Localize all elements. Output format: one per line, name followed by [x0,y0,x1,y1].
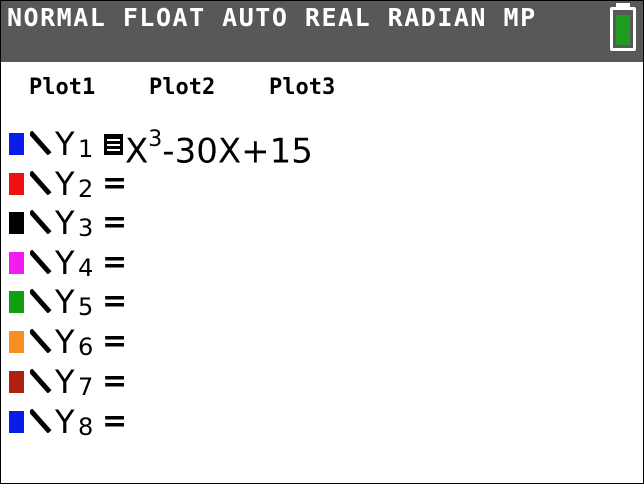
function-name: Y [55,165,75,203]
line-style-icon[interactable] [30,329,52,353]
color-swatch-y1[interactable] [9,133,24,155]
equation-row-y6[interactable]: Y 6 = [1,323,641,361]
status-bar: NORMAL FLOAT AUTO REAL RADIAN MP [1,1,643,62]
plot3-toggle[interactable]: Plot3 [269,75,335,100]
equals-sign[interactable]: = [102,244,127,282]
color-swatch-y3[interactable] [9,212,24,234]
color-swatch-y4[interactable] [9,252,24,274]
calculator-screen: NORMAL FLOAT AUTO REAL RADIAN MP Plot1 P… [0,0,644,484]
plot2-toggle[interactable]: Plot2 [149,75,215,100]
function-name: Y [55,244,75,282]
color-swatch-y5[interactable] [9,291,24,313]
line-style-icon[interactable] [30,250,52,274]
equals-sign[interactable]: = [102,204,127,242]
function-name: Y [55,363,75,401]
function-name: Y [55,403,75,441]
function-subscript: 3 [78,214,94,242]
equation-row-y5[interactable]: Y 5 = [1,283,641,321]
mode-status-text: NORMAL FLOAT AUTO REAL RADIAN MP [7,3,537,32]
color-swatch-y6[interactable] [9,331,24,353]
equals-sign[interactable]: = [102,363,127,401]
line-style-icon[interactable] [30,210,52,234]
function-subscript: 4 [78,254,94,282]
line-style-icon[interactable] [30,369,52,393]
function-name: Y [55,204,75,242]
equation-row-y3[interactable]: Y 3 = [1,204,641,242]
color-swatch-y2[interactable] [9,173,24,195]
function-name: Y [55,125,75,163]
line-style-icon[interactable] [30,289,52,313]
equals-sign[interactable]: = [102,403,127,441]
equals-sign[interactable]: = [102,283,127,321]
function-subscript: 6 [78,333,94,361]
equals-sign[interactable]: = [102,323,127,361]
equation-row-y2[interactable]: Y 2 = [1,165,641,203]
line-style-icon[interactable] [30,409,52,433]
function-subscript: 5 [78,293,94,321]
equals-selected-icon[interactable] [104,134,123,155]
function-subscript: 1 [78,135,94,163]
plot1-toggle[interactable]: Plot1 [29,75,95,100]
line-style-icon[interactable] [30,171,52,195]
equation-input-y1[interactable]: X3-30X+15 [125,125,313,170]
function-name: Y [55,323,75,361]
line-style-icon[interactable] [30,131,52,155]
function-name: Y [55,283,75,321]
equation-row-y1[interactable]: Y 1 X3-30X+15 [1,125,641,170]
function-subscript: 2 [78,175,94,203]
equation-row-y4[interactable]: Y 4 = [1,244,641,282]
equation-row-y8[interactable]: Y 8 = [1,403,641,441]
color-swatch-y7[interactable] [9,371,24,393]
battery-level [616,14,630,45]
color-swatch-y8[interactable] [9,411,24,433]
function-subscript: 8 [78,413,94,441]
equation-row-y7[interactable]: Y 7 = [1,363,641,401]
equals-sign[interactable]: = [102,165,127,203]
battery-icon [610,7,636,51]
function-subscript: 7 [78,373,94,401]
